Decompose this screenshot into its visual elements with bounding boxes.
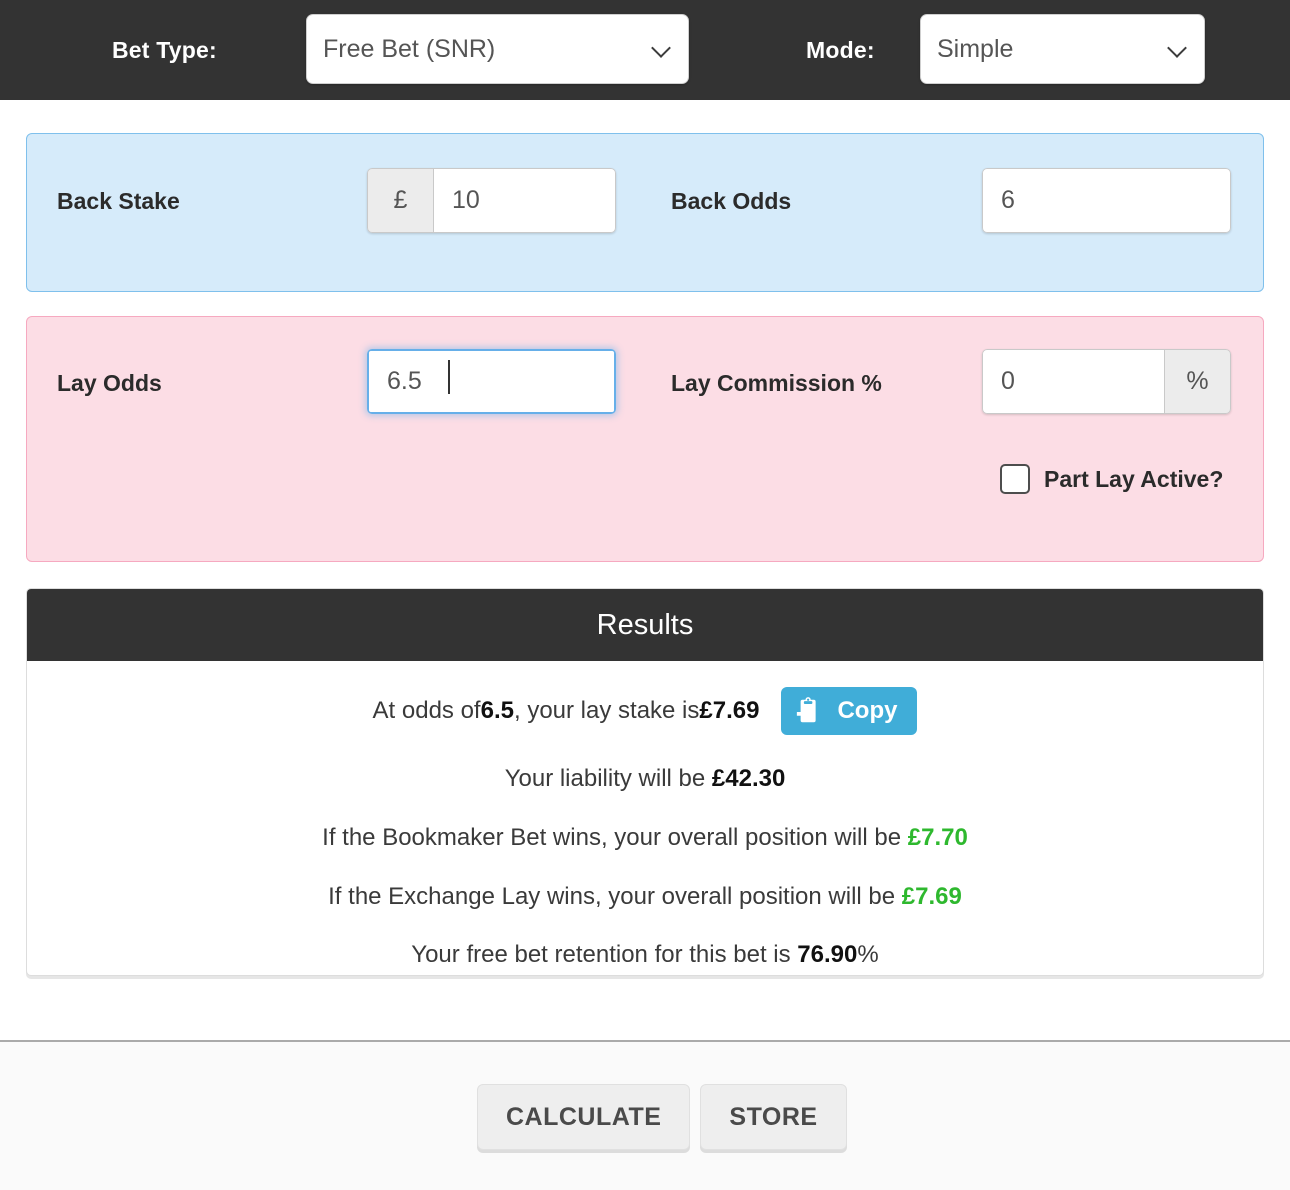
bet-type-label: Bet Type: [112,37,217,63]
copy-lay-stake-button[interactable]: Copy [781,687,918,735]
mode-select[interactable]: Simple [920,14,1205,84]
lay-odds-input[interactable] [367,349,616,414]
back-stake-label: Back Stake [57,188,180,214]
lay-stake-line: At odds of 6.5, your lay stake is £7.69 … [47,687,1243,735]
lay-stake-middle: , your lay stake is [513,696,700,724]
exchange-win-prefix: If the Exchange Lay wins, your overall p… [328,882,902,910]
part-lay-active-row[interactable]: Part Lay Active? [1000,464,1223,494]
retention-amount: 76.90 [797,941,858,969]
exchange-win-line: If the Exchange Lay wins, your overall p… [47,883,1243,912]
liability-amount: £42.30 [711,765,786,792]
liability-line: Your liability will be £42.30 [47,765,1243,794]
part-lay-active-checkbox[interactable] [1000,464,1030,494]
retention-line: Your free bet retention for this bet is … [47,941,1243,970]
lay-odds-label: Lay Odds [57,370,162,396]
lay-stake-amount: £7.69 [699,696,760,724]
lay-odds-input-group[interactable] [367,349,616,414]
bookmaker-win-amount: £7.70 [907,823,968,851]
footer-button-group: CALCULATE STORE [477,1084,847,1150]
percent-addon: % [1165,349,1231,414]
back-stake-input-group[interactable]: £ [367,168,616,233]
retention-suffix: % [857,941,879,969]
exchange-win-amount: £7.69 [901,882,962,910]
text-caret [448,360,450,394]
lay-commission-label: Lay Commission % [671,370,882,396]
back-stake-input[interactable] [433,168,616,233]
chevron-down-icon [652,39,672,59]
retention-prefix: Your free bet retention for this bet is [411,941,798,969]
lay-commission-input[interactable] [982,349,1165,414]
store-button[interactable]: STORE [700,1084,847,1150]
back-odds-input-group[interactable] [982,168,1231,233]
lay-commission-input-group[interactable]: % [982,349,1231,414]
mode-selected-value: Simple [937,34,1014,63]
mode-label: Mode: [806,37,875,63]
results-title: Results [27,589,1263,661]
bet-type-selected-value: Free Bet (SNR) [323,34,496,63]
chevron-down-icon [1168,39,1188,59]
results-body: At odds of 6.5, your lay stake is £7.69 … [27,661,1263,970]
back-odds-input[interactable] [982,168,1231,233]
bookmaker-win-line: If the Bookmaker Bet wins, your overall … [47,824,1243,853]
lay-stake-prefix: At odds of [372,696,481,724]
back-odds-label: Back Odds [671,188,792,214]
bookmaker-win-prefix: If the Bookmaker Bet wins, your overall … [322,823,908,851]
top-bar: Bet Type: Free Bet (SNR) Mode: Simple [0,0,1290,100]
lay-stake-odds: 6.5 [480,696,514,724]
copy-button-label: Copy [837,697,898,724]
clipboard-paste-icon [795,696,825,726]
results-card: Results At odds of 6.5, your lay stake i… [26,588,1264,976]
liability-prefix: Your liability will be [504,765,712,792]
bet-type-select[interactable]: Free Bet (SNR) [306,14,689,84]
calculator-page: Bet Type: Free Bet (SNR) Mode: Simple Ba… [0,0,1290,1190]
part-lay-active-label: Part Lay Active? [1044,465,1224,492]
currency-addon: £ [367,168,433,233]
calculate-button[interactable]: CALCULATE [477,1084,691,1150]
